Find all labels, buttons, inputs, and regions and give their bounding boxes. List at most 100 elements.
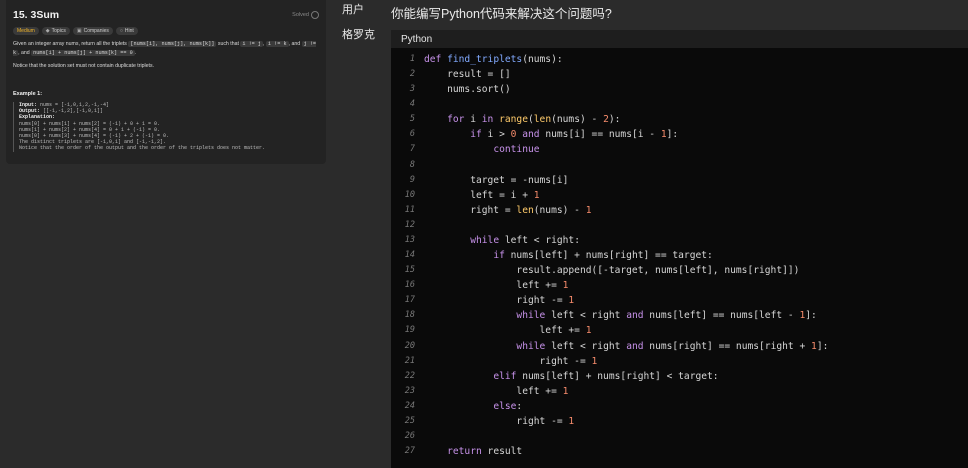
line-number: 19 (404, 325, 415, 336)
companies-tag[interactable]: ▣ Companies (72, 27, 113, 35)
code-line: 12 (391, 218, 968, 233)
hint-tag[interactable]: ○ Hint (115, 27, 138, 35)
line-number: 22 (404, 370, 415, 381)
line-number: 23 (404, 385, 415, 396)
assistant-role-label: 格罗克 (342, 29, 375, 41)
topics-tag[interactable]: ◆ Topics (41, 27, 70, 35)
code-text: left += 1 (424, 385, 569, 397)
code-text: right -= 1 (424, 295, 575, 307)
code-text: def find_triplets(nums): (424, 54, 563, 65)
code-line: 7 continue (391, 142, 968, 157)
line-number: 8 (409, 159, 415, 170)
difficulty-badge[interactable]: Medium (13, 27, 39, 35)
code-line: 22 elif nums[left] + nums[right] < targe… (391, 369, 968, 384)
code-text: if i > 0 and nums[i] == nums[i - 1]: (470, 129, 679, 141)
code-text: left += 1 (424, 325, 592, 337)
tag-icon: ◆ (45, 28, 50, 34)
line-number: 18 (404, 310, 415, 321)
code-line: 19 left += 1 (391, 323, 968, 338)
code-line: 5 for i in range(len(nums) - 2): (391, 112, 968, 127)
desc-text: such that (216, 41, 241, 47)
code-text: left += 1 (424, 280, 569, 292)
line-number: 15 (404, 265, 415, 276)
code-text: continue (493, 144, 540, 156)
problem-title: 15. 3Sum (13, 9, 60, 21)
problem-note: Notice that the solution set must not co… (13, 63, 155, 69)
code-line: 25 right -= 1 (391, 414, 968, 429)
code-line: 1 def find_triplets(nums): (391, 52, 968, 67)
problem-description: Given an integer array nums, return all … (13, 40, 319, 58)
code-block: Python 1 def find_triplets(nums): 2 result… (391, 30, 968, 468)
line-number: 26 (404, 431, 415, 441)
example-box: Input: nums = [-1,0,1,2,-1,-4] Output: [… (13, 102, 319, 152)
code-text: if nums[left] + nums[right] == target: (493, 250, 713, 262)
code-text: while left < right: (470, 234, 580, 246)
line-number: 11 (404, 204, 415, 215)
code-line: 8 (391, 158, 968, 173)
code-line: 15 result.append([-target, nums[left], n… (391, 263, 968, 278)
lightbulb-icon: ○ (119, 28, 123, 34)
line-number: 20 (404, 340, 415, 351)
example-title: Example 1: (13, 91, 43, 97)
code-text: right = len(nums) - 1 (424, 204, 592, 216)
code-line: 26 (391, 429, 968, 444)
code-text: result = [] (424, 69, 511, 81)
code-text: return result (447, 446, 523, 458)
line-number: 27 (404, 446, 415, 457)
line-number: 5 (409, 114, 415, 125)
check-circle-icon (311, 11, 319, 19)
output-value: [[-1,-1,2],[-1,0,1]] (40, 108, 104, 115)
line-number: 14 (404, 250, 415, 261)
code-line: 27 return result (391, 444, 968, 459)
line-number: 7 (409, 144, 415, 155)
code-line: 18 while left < right and nums[left] == … (391, 308, 968, 323)
line-number: 9 (409, 174, 415, 185)
input-label: Input: (19, 102, 38, 108)
code-text: while left < right and nums[right] == nu… (516, 340, 829, 352)
problem-header: 15. 3Sum Solved (13, 6, 319, 24)
code-line: 16 left += 1 (391, 278, 968, 293)
code-text: result.append([-target, nums[left], nums… (424, 265, 800, 277)
code-line: 20 while left < right and nums[right] ==… (391, 339, 968, 354)
line-number: 16 (404, 280, 415, 291)
desc-code: nums[i] + nums[j] + nums[k] == 0 (31, 50, 135, 56)
code-line: 10 left = i + 1 (391, 188, 968, 203)
code-text: left = i + 1 (424, 189, 540, 201)
code-line: 6 if i > 0 and nums[i] == nums[i - 1]: (391, 127, 968, 142)
line-number: 21 (404, 355, 415, 366)
line-number: 25 (404, 415, 415, 426)
desc-code: i != k (265, 41, 289, 47)
code-text: elif nums[left] + nums[right] < target: (493, 370, 719, 382)
desc-text: . (134, 50, 137, 56)
problem-panel: 15. 3Sum Solved Medium ◆ Topics ▣ Companie… (6, 0, 326, 164)
tag-row: Medium ◆ Topics ▣ Companies ○ Hint (13, 27, 319, 35)
code-text: else: (493, 400, 523, 412)
companies-label: Companies (83, 28, 109, 34)
line-number: 2 (409, 69, 415, 80)
desc-code: i != j (240, 41, 264, 47)
user-role-label: 用户 (342, 4, 364, 16)
line-number: 17 (404, 295, 415, 306)
building-icon: ▣ (76, 28, 82, 34)
solved-status: Solved (292, 11, 319, 19)
line-number: 24 (404, 400, 415, 411)
line-number: 12 (404, 219, 415, 230)
code-line: 4 (391, 97, 968, 112)
explanation-line: Notice that the order of the output and … (19, 145, 266, 152)
code-line: 24 else: (391, 399, 968, 414)
code-line: 9 target = -nums[i] (391, 173, 968, 188)
code-line: 23 left += 1 (391, 384, 968, 399)
code-text: right -= 1 (424, 355, 598, 367)
line-number: 13 (404, 234, 415, 245)
code-line: 21 right -= 1 (391, 354, 968, 369)
code-text: for i in range(len(nums) - 2): (447, 114, 621, 126)
code-line: 17 right -= 1 (391, 293, 968, 308)
user-question: 你能编写Python代码来解决这个问题吗? (391, 7, 612, 21)
solved-label: Solved (292, 12, 309, 18)
code-text: right -= 1 (424, 415, 575, 427)
code-line: 11 right = len(nums) - 1 (391, 203, 968, 218)
desc-text: , and (18, 50, 32, 56)
code-language-label: Python (391, 30, 968, 48)
desc-text: , and (288, 41, 302, 47)
line-number: 6 (409, 129, 415, 140)
